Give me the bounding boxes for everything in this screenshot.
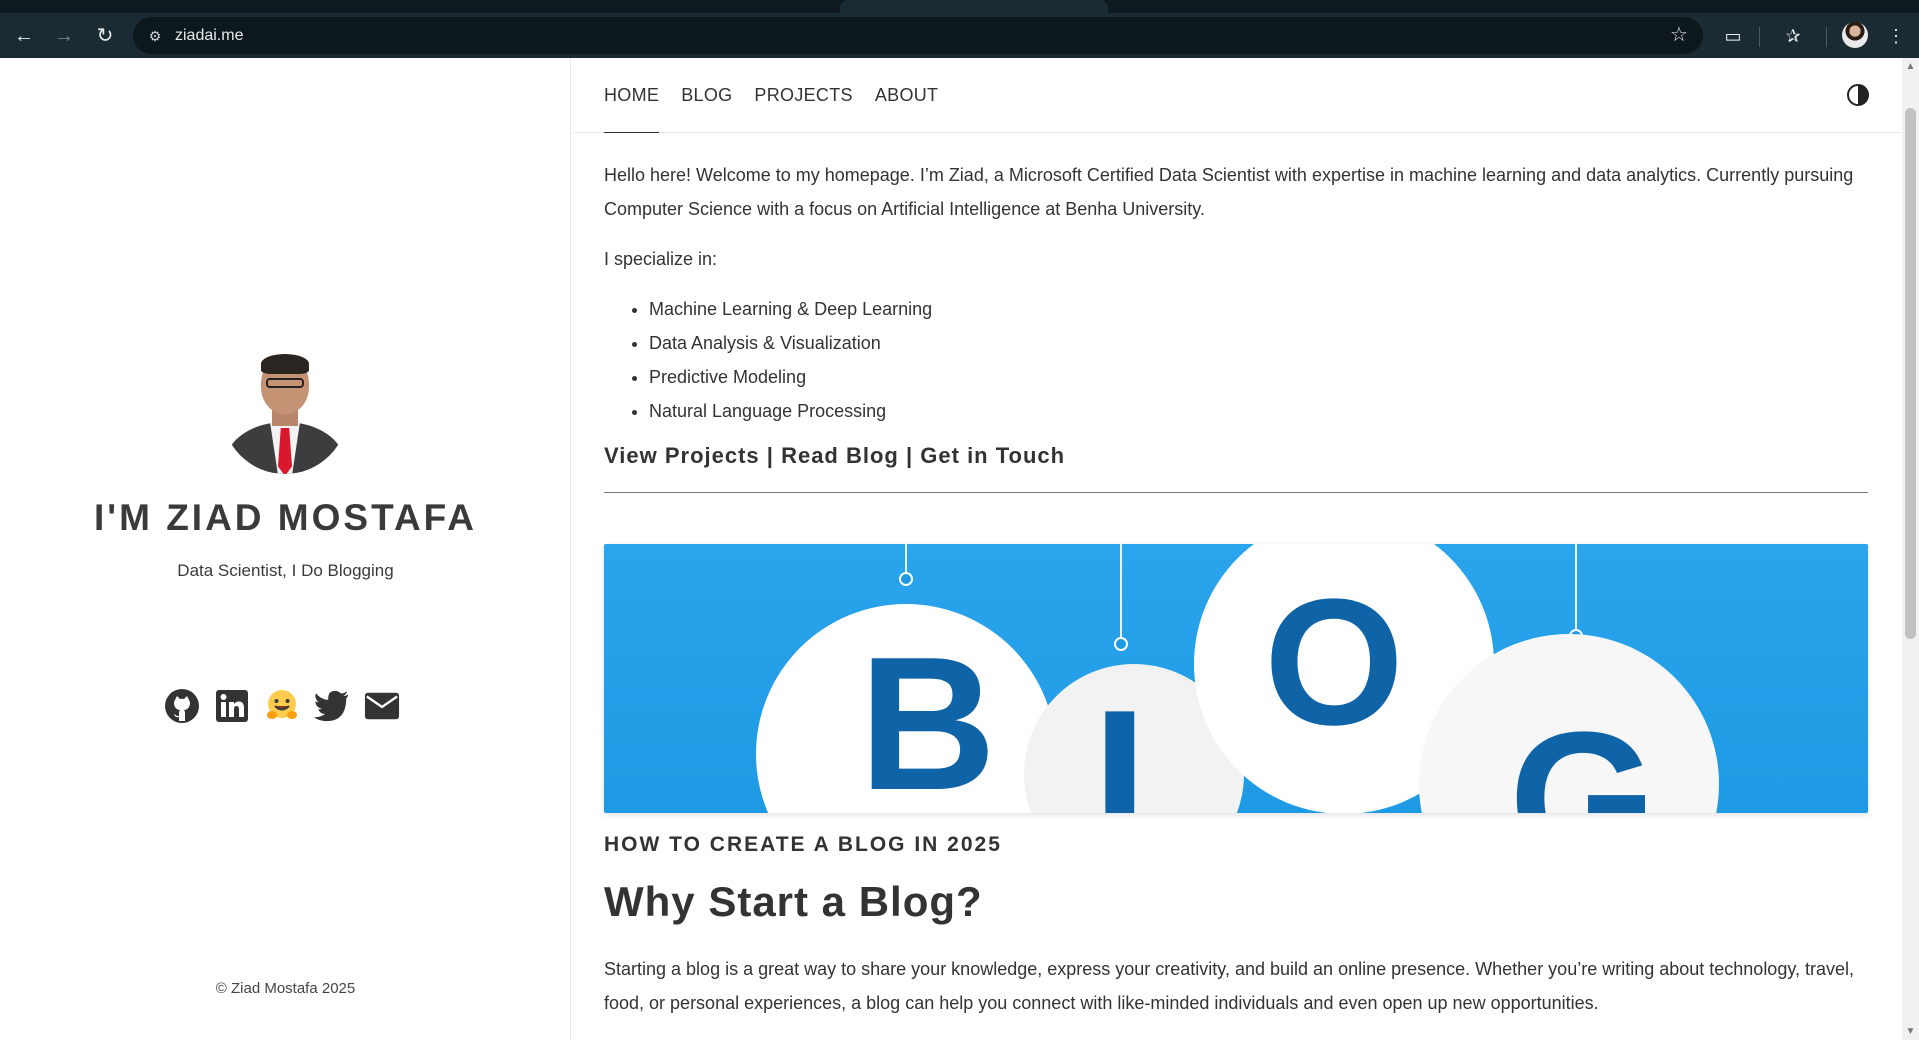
scroll-thumb[interactable] — [1905, 108, 1916, 639]
hero-letter-o: O — [1264, 562, 1404, 763]
skills-list: Machine Learning & Deep Learning Data An… — [604, 292, 1868, 428]
twitter-icon[interactable] — [314, 688, 350, 724]
post-heading: Why Start a Blog? — [604, 878, 983, 925]
list-item: Predictive Modeling — [649, 360, 1868, 394]
hero-letter-b: B — [859, 618, 996, 813]
back-icon[interactable]: ← — [10, 22, 38, 50]
list-item: Machine Learning & Deep Learning — [649, 292, 1868, 326]
extensions-icon[interactable]: ▭ — [1719, 22, 1747, 50]
address-bar[interactable]: ⚙ ziadai.me ☆ — [133, 17, 1703, 54]
menu-kebab-icon[interactable]: ⋮ — [1882, 22, 1910, 50]
huggingface-icon[interactable] — [264, 688, 300, 724]
get-in-touch-link[interactable]: Get in Touch — [920, 443, 1065, 468]
intro-section: Hello here! Welcome to my homepage. I’m … — [604, 158, 1868, 493]
intro-paragraph: Hello here! Welcome to my homepage. I’m … — [604, 165, 1854, 219]
browser-toolbar: ← → ↻ ⚙ ziadai.me ☆ ▭ ✰ ⋮ — [0, 13, 1919, 58]
profile-name: I'M ZIAD MOSTAFA — [94, 497, 477, 538]
cta-separator: | — [906, 443, 914, 468]
cta-separator: | — [766, 443, 774, 468]
url-text[interactable]: ziadai.me — [175, 26, 243, 46]
social-links — [164, 686, 400, 726]
divider — [604, 492, 1868, 493]
bookmarks-icon[interactable]: ✰ — [1779, 22, 1807, 50]
avatar — [222, 348, 348, 474]
nav-home[interactable]: HOME — [604, 84, 660, 133]
active-tab[interactable] — [840, 0, 1108, 13]
blog-hero-image[interactable]: B L O G — [604, 544, 1868, 813]
envelope-icon[interactable] — [364, 688, 400, 724]
hero-letter-l: L — [1092, 669, 1214, 813]
linkedin-icon[interactable] — [214, 688, 250, 724]
tab-strip — [0, 0, 1919, 13]
page-scrollbar[interactable]: ▲ ▼ — [1902, 58, 1919, 1040]
post-title[interactable]: HOW TO CREATE A BLOG IN 2025 — [604, 833, 1002, 857]
profile-tagline: Data Scientist, I Do Blogging — [177, 561, 394, 580]
browser-chrome: ← → ↻ ⚙ ziadai.me ☆ ▭ ✰ ⋮ — [0, 0, 1919, 58]
bookmark-star-icon[interactable]: ☆ — [1667, 23, 1691, 47]
read-blog-link[interactable]: Read Blog — [781, 443, 899, 468]
nav-blog[interactable]: BLOG — [681, 84, 732, 133]
main-content: HOME BLOG PROJECTS ABOUT Hello here! Wel… — [572, 58, 1902, 1040]
list-item: Natural Language Processing — [649, 394, 1868, 428]
site-info-icon[interactable]: ⚙ — [145, 26, 165, 46]
post-body: Starting a blog is a great way to share … — [604, 959, 1855, 1013]
top-navigation: HOME BLOG PROJECTS ABOUT — [572, 58, 1902, 133]
copyright-text: © Ziad Mostafa 2025 — [215, 980, 356, 997]
nav-links: HOME BLOG PROJECTS ABOUT — [604, 84, 938, 133]
theme-toggle-icon[interactable] — [1847, 84, 1869, 106]
list-item: Data Analysis & Visualization — [649, 326, 1868, 360]
scroll-down-icon[interactable]: ▼ — [1902, 1023, 1919, 1040]
hero-letter-g: G — [1509, 693, 1657, 813]
cta-links: View Projects | Read Blog | Get in Touch — [604, 442, 1868, 470]
nav-about[interactable]: ABOUT — [875, 84, 939, 133]
nav-projects[interactable]: PROJECTS — [754, 84, 852, 133]
view-projects-link[interactable]: View Projects — [604, 443, 760, 468]
github-icon[interactable] — [164, 688, 200, 724]
profile-sidebar: I'M ZIAD MOSTAFA Data Scientist, I Do Bl… — [0, 58, 571, 1040]
forward-icon[interactable]: → — [50, 22, 78, 50]
reload-icon[interactable]: ↻ — [91, 22, 119, 50]
profile-avatar-icon[interactable] — [1842, 22, 1868, 48]
toolbar-divider — [1759, 27, 1760, 47]
page: I'M ZIAD MOSTAFA Data Scientist, I Do Bl… — [0, 58, 1919, 1040]
toolbar-divider — [1826, 27, 1827, 47]
specialize-label: I specialize in: — [604, 249, 718, 269]
scroll-up-icon[interactable]: ▲ — [1902, 58, 1919, 75]
